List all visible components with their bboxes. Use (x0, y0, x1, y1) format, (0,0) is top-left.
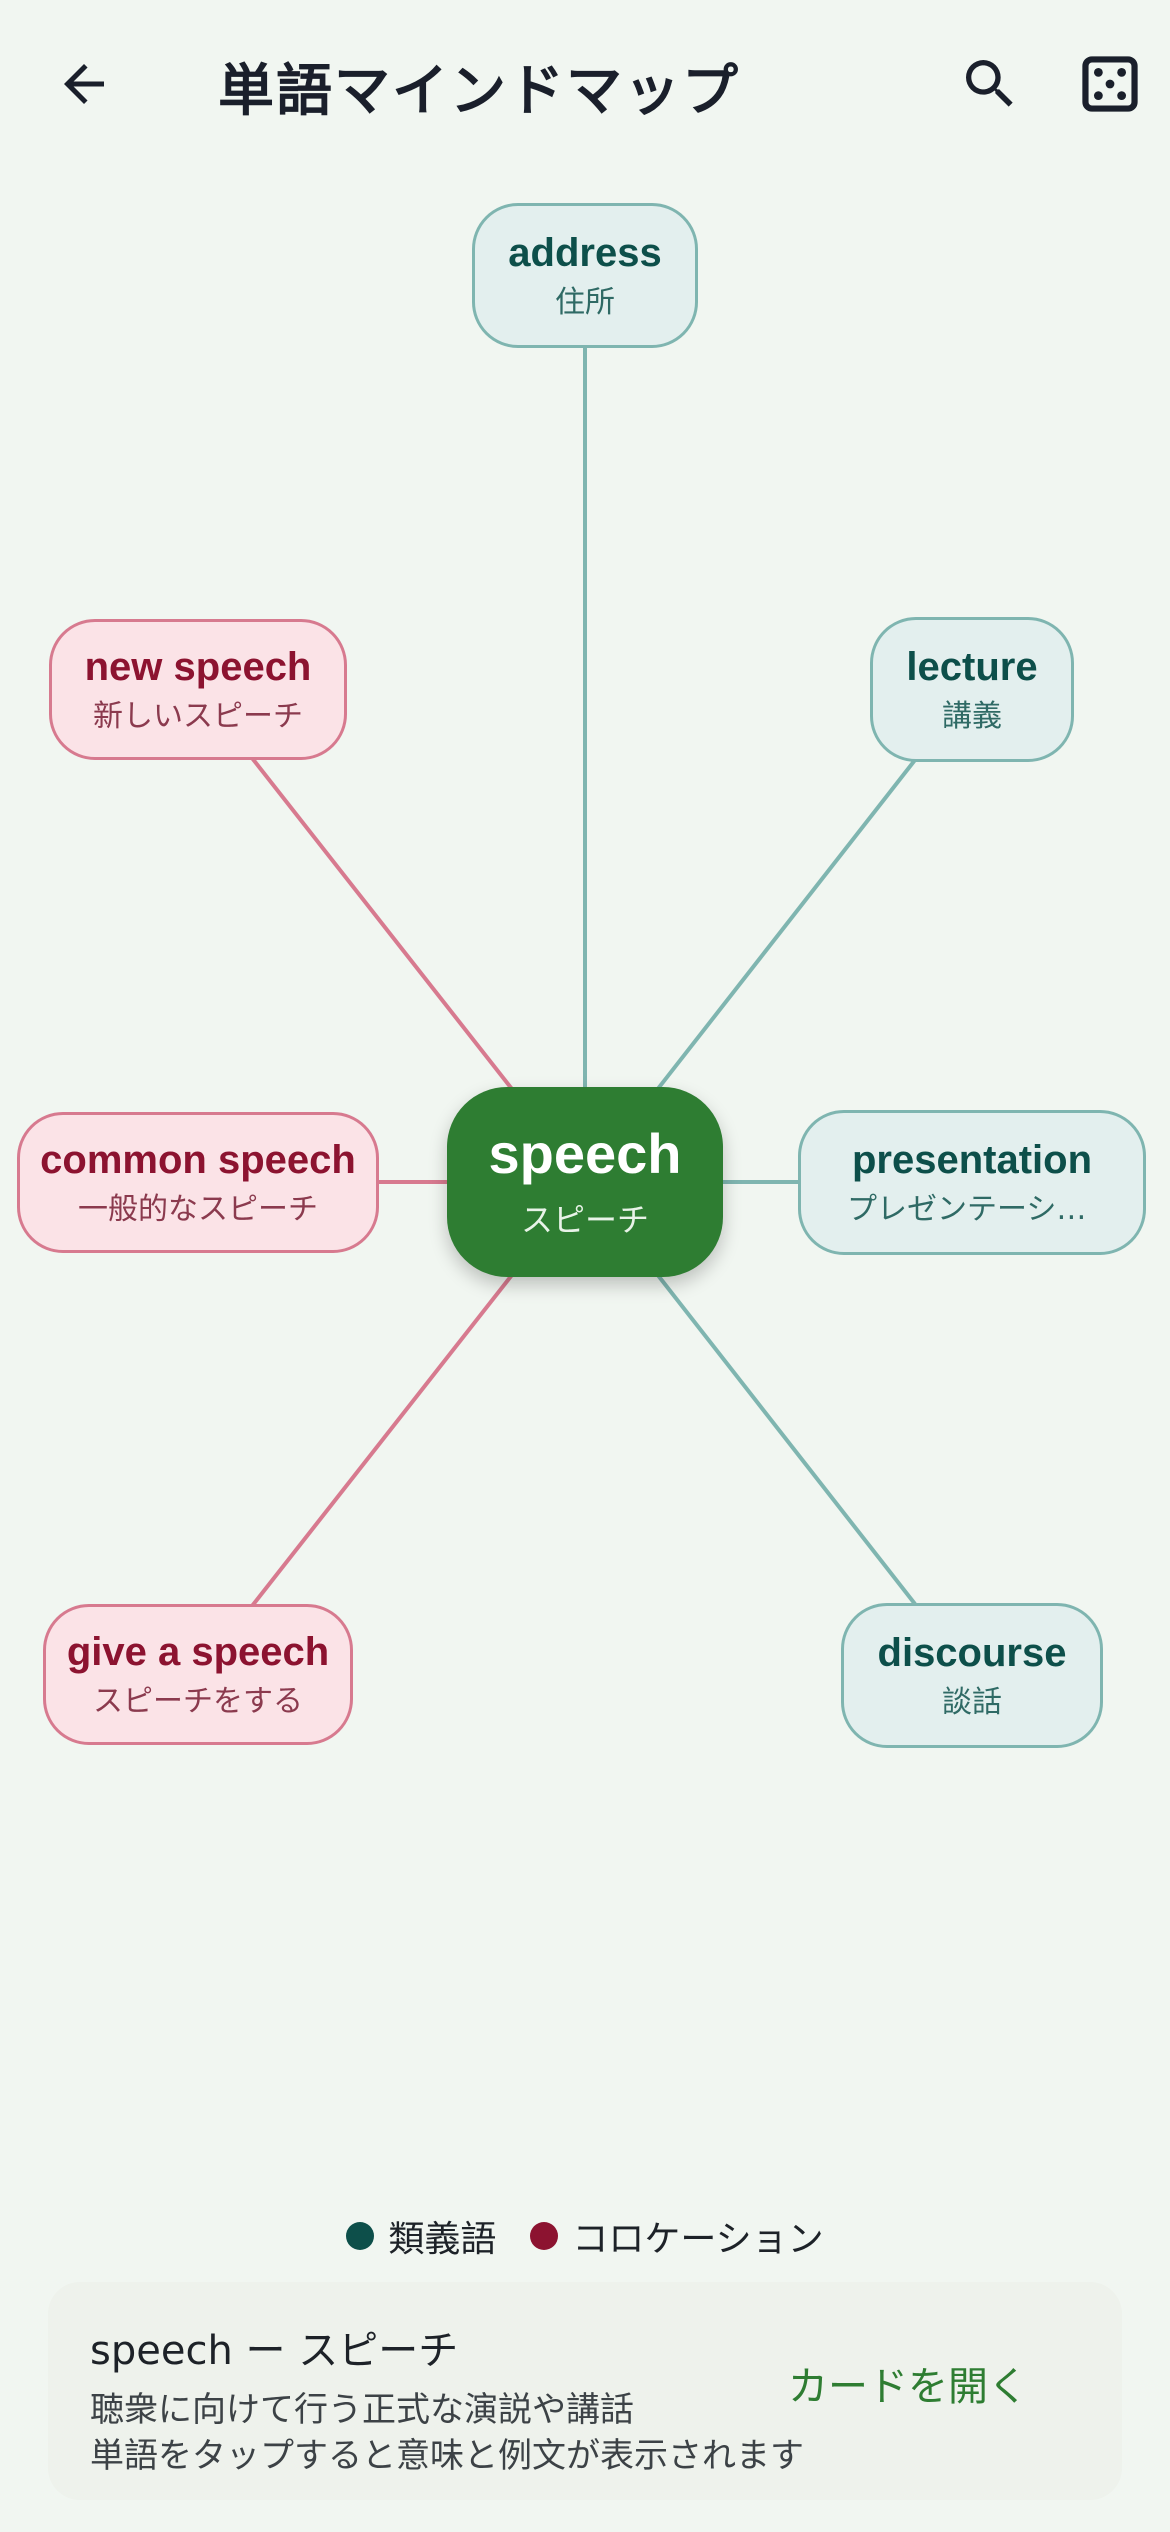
synonym-dot-icon (346, 2222, 375, 2250)
node-word: presentation (851, 1137, 1093, 1182)
collocation-node-new-speech[interactable]: new speech 新しいスピーチ (49, 619, 347, 760)
synonym-node-address[interactable]: address 住所 (472, 203, 698, 348)
node-meaning: 講義 (942, 698, 1002, 734)
center-word-node[interactable]: speech スピーチ (447, 1087, 723, 1277)
node-meaning: 新しいスピーチ (93, 698, 303, 734)
legend-label: 類義語 (388, 2219, 497, 2260)
collocation-dot-icon (530, 2222, 559, 2250)
node-meaning: 一般的なスピーチ (78, 1191, 318, 1227)
synonym-node-presentation[interactable]: presentation プレゼンテーション (798, 1110, 1146, 1255)
node-word: discourse (877, 1630, 1067, 1675)
word-info-card: speech ー スピーチ 聴衆に向けて行う正式な演説や講話 単語をタップすると… (48, 2282, 1122, 2500)
top-app-bar: 単語マインドマップ (0, 0, 1170, 170)
synonym-node-discourse[interactable]: discourse 談話 (841, 1603, 1103, 1748)
node-word: new speech (84, 644, 312, 689)
app-screen: address 住所 lecture 講義 presentation プレゼンテ… (0, 0, 1170, 2532)
search-button[interactable] (942, 36, 1038, 132)
center-meaning: スピーチ (520, 1201, 649, 1239)
info-hint: 単語をタップすると意味と例文が表示されます (90, 2436, 804, 2476)
node-word: lecture (906, 644, 1038, 689)
synonym-node-lecture[interactable]: lecture 講義 (870, 617, 1074, 762)
legend-item-collocation: コロケーション (530, 2210, 824, 2262)
legend-label: コロケーション (572, 2219, 824, 2260)
node-meaning: スピーチをする (93, 1683, 303, 1719)
collocation-node-common-speech[interactable]: common speech 一般的なスピーチ (17, 1112, 379, 1253)
arrow-left-icon (64, 64, 104, 104)
node-word: address (508, 230, 662, 275)
legend: 類義語 コロケーション (0, 2210, 1170, 2262)
node-meaning: プレゼンテーション (847, 1191, 1097, 1227)
node-word: common speech (40, 1137, 356, 1182)
info-description: 聴衆に向けて行う正式な演説や講話 (90, 2390, 634, 2430)
search-icon (966, 60, 1013, 107)
page-title: 単語マインドマップ (218, 59, 740, 124)
open-card-button[interactable]: カードを開く (788, 2346, 1028, 2420)
info-title: speech ー スピーチ (90, 2328, 459, 2374)
back-button[interactable] (36, 36, 132, 132)
node-meaning: 住所 (555, 284, 615, 320)
legend-item-synonym: 類義語 (346, 2210, 496, 2262)
mind-map: address 住所 lecture 講義 presentation プレゼンテ… (0, 0, 1170, 2532)
dice-icon (1082, 56, 1138, 112)
collocation-node-give-a-speech[interactable]: give a speech スピーチをする (43, 1604, 353, 1745)
random-word-button[interactable] (1062, 36, 1158, 132)
node-word: give a speech (66, 1629, 330, 1674)
center-word: speech (488, 1122, 682, 1185)
node-meaning: 談話 (942, 1684, 1002, 1720)
